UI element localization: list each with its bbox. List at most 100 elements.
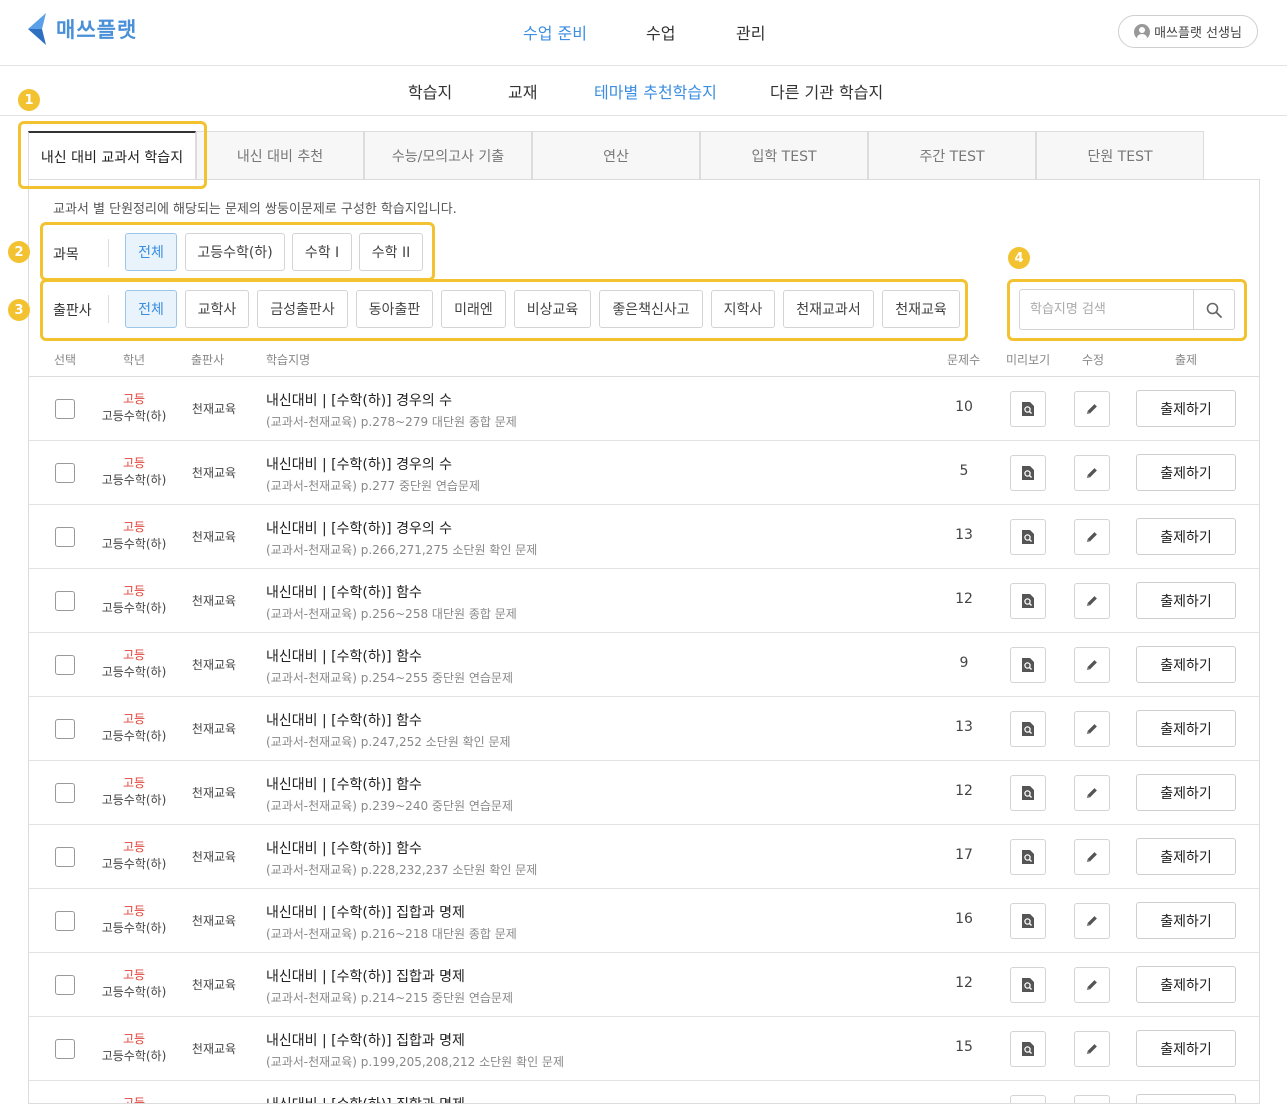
tab-weekly-test[interactable]: 주간 TEST: [868, 131, 1036, 180]
row-title[interactable]: 내신대비 | [수학(하)] 경우의 수: [266, 518, 452, 538]
assign-button[interactable]: 출제하기: [1136, 1094, 1236, 1103]
tab-csat-past-exams[interactable]: 수능/모의고사 기출: [364, 131, 532, 180]
edit-button[interactable]: [1074, 583, 1110, 619]
publisher-chip-all[interactable]: 전체: [125, 290, 177, 328]
row-title[interactable]: 내신대비 | [수학(하)] 함수: [266, 582, 422, 602]
table-header: 선택 학년 출판사 학습지명 문제수 미리보기 수정 출제: [29, 348, 1259, 377]
callout-badge-1: 1: [18, 89, 40, 111]
publisher-chip-sinsago[interactable]: 좋은책신사고: [599, 290, 703, 328]
preview-button[interactable]: [1010, 903, 1046, 939]
main-nav-prepare[interactable]: 수업 준비: [523, 20, 587, 44]
preview-button[interactable]: [1010, 839, 1046, 875]
main-nav-manage[interactable]: 관리: [736, 20, 765, 44]
search-button[interactable]: [1193, 290, 1234, 329]
subject-chip-high-math-2[interactable]: 고등수학(하): [185, 233, 285, 271]
assign-button[interactable]: 출제하기: [1136, 1030, 1236, 1067]
row-title[interactable]: 내신대비 | [수학(하)] 함수: [266, 774, 422, 794]
preview-icon: [1022, 594, 1034, 608]
tab-school-exam-recommend[interactable]: 내신 대비 추천: [196, 131, 364, 180]
sub-nav-worksheet[interactable]: 학습지: [408, 79, 452, 103]
row-checkbox[interactable]: [55, 399, 75, 419]
sub-nav-other-institution[interactable]: 다른 기관 학습지: [770, 79, 883, 103]
assign-button[interactable]: 출제하기: [1136, 454, 1236, 491]
preview-button[interactable]: [1010, 455, 1046, 491]
assign-button[interactable]: 출제하기: [1136, 774, 1236, 811]
edit-button[interactable]: [1074, 391, 1110, 427]
preview-icon: [1022, 850, 1034, 864]
row-title[interactable]: 내신대비 | [수학(하)] 함수: [266, 838, 422, 858]
subject-chip-math-2[interactable]: 수학 II: [359, 233, 423, 271]
edit-button[interactable]: [1074, 519, 1110, 555]
row-checkbox[interactable]: [55, 527, 75, 547]
edit-button[interactable]: [1074, 903, 1110, 939]
publisher-chip-kyohaksa[interactable]: 교학사: [185, 290, 249, 328]
preview-button[interactable]: [1010, 967, 1046, 1003]
row-subtitle: (교과서-천재교육) p.228,232,237 소단원 확인 문제: [266, 863, 538, 877]
preview-button[interactable]: [1010, 711, 1046, 747]
preview-button[interactable]: [1010, 1095, 1046, 1103]
row-title[interactable]: 내신대비 | [수학(하)] 함수: [266, 646, 422, 666]
publisher-chip-miraen[interactable]: 미래엔: [441, 290, 506, 328]
tab-textbook-worksheet[interactable]: 내신 대비 교과서 학습지: [28, 131, 196, 181]
row-checkbox[interactable]: [55, 1103, 75, 1104]
sub-nav-theme-recommend[interactable]: 테마별 추천학습지: [594, 79, 717, 103]
row-checkbox[interactable]: [55, 975, 75, 995]
edit-button[interactable]: [1074, 1031, 1110, 1067]
edit-button[interactable]: [1074, 839, 1110, 875]
row-subtitle: (교과서-천재교육) p.266,271,275 소단원 확인 문제: [266, 543, 538, 557]
preview-button[interactable]: [1010, 391, 1046, 427]
row-checkbox[interactable]: [55, 1039, 75, 1059]
row-checkbox[interactable]: [55, 911, 75, 931]
row-title[interactable]: 내신대비 | [수학(하)] 집합과 명제: [266, 966, 465, 986]
subject-chip-math-1[interactable]: 수학 I: [292, 233, 352, 271]
publisher-chip-jihaksa[interactable]: 지학사: [711, 290, 775, 328]
table-row: 고등 고등수학(하) 천재교육 내신대비 | [수학(하)] 집합과 명제 (교과…: [29, 953, 1259, 1017]
preview-button[interactable]: [1010, 647, 1046, 683]
row-title[interactable]: 내신대비 | [수학(하)] 집합과 명제: [266, 1094, 465, 1103]
publisher-chip-kumsung[interactable]: 금성출판사: [257, 290, 348, 328]
tab-calculation[interactable]: 연산: [532, 131, 700, 180]
user-menu-button[interactable]: 매쓰플랫 선생님: [1118, 15, 1258, 48]
preview-button[interactable]: [1010, 775, 1046, 811]
assign-button[interactable]: 출제하기: [1136, 838, 1236, 875]
sub-nav-textbook[interactable]: 교재: [508, 79, 537, 103]
row-title[interactable]: 내신대비 | [수학(하)] 함수: [266, 710, 422, 730]
assign-button[interactable]: 출제하기: [1136, 582, 1236, 619]
edit-button[interactable]: [1074, 711, 1110, 747]
grade-level: 고등: [122, 712, 146, 726]
assign-button[interactable]: 출제하기: [1136, 518, 1236, 555]
preview-button[interactable]: [1010, 519, 1046, 555]
edit-button[interactable]: [1074, 775, 1110, 811]
row-checkbox[interactable]: [55, 719, 75, 739]
search-input[interactable]: [1020, 290, 1195, 329]
row-title[interactable]: 내신대비 | [수학(하)] 집합과 명제: [266, 1030, 465, 1050]
publisher-chip-chunjae-edu[interactable]: 천재교육: [882, 290, 960, 328]
assign-button[interactable]: 출제하기: [1136, 966, 1236, 1003]
row-checkbox[interactable]: [55, 463, 75, 483]
publisher-chip-chunjae-textbook[interactable]: 천재교과서: [783, 290, 874, 328]
tab-unit-test[interactable]: 단원 TEST: [1036, 131, 1204, 180]
assign-button[interactable]: 출제하기: [1136, 646, 1236, 683]
publisher-chip-visang[interactable]: 비상교육: [514, 290, 591, 328]
row-checkbox[interactable]: [55, 591, 75, 611]
row-checkbox[interactable]: [55, 847, 75, 867]
assign-button[interactable]: 출제하기: [1136, 390, 1236, 427]
assign-button[interactable]: 출제하기: [1136, 902, 1236, 939]
edit-button[interactable]: [1074, 455, 1110, 491]
publisher-chip-donga[interactable]: 동아출판: [356, 290, 433, 328]
edit-button[interactable]: [1074, 1095, 1110, 1103]
main-nav-class[interactable]: 수업: [646, 20, 675, 44]
tab-entrance-test[interactable]: 입학 TEST: [700, 131, 868, 180]
row-title[interactable]: 내신대비 | [수학(하)] 경우의 수: [266, 454, 452, 474]
preview-button[interactable]: [1010, 1031, 1046, 1067]
edit-button[interactable]: [1074, 647, 1110, 683]
row-title[interactable]: 내신대비 | [수학(하)] 집합과 명제: [266, 902, 465, 922]
subject-chip-all[interactable]: 전체: [125, 233, 177, 271]
row-checkbox[interactable]: [55, 655, 75, 675]
edit-button[interactable]: [1074, 967, 1110, 1003]
row-title[interactable]: 내신대비 | [수학(하)] 경우의 수: [266, 390, 452, 410]
row-checkbox[interactable]: [55, 783, 75, 803]
assign-button[interactable]: 출제하기: [1136, 710, 1236, 747]
row-count: 13: [955, 719, 973, 735]
preview-button[interactable]: [1010, 583, 1046, 619]
